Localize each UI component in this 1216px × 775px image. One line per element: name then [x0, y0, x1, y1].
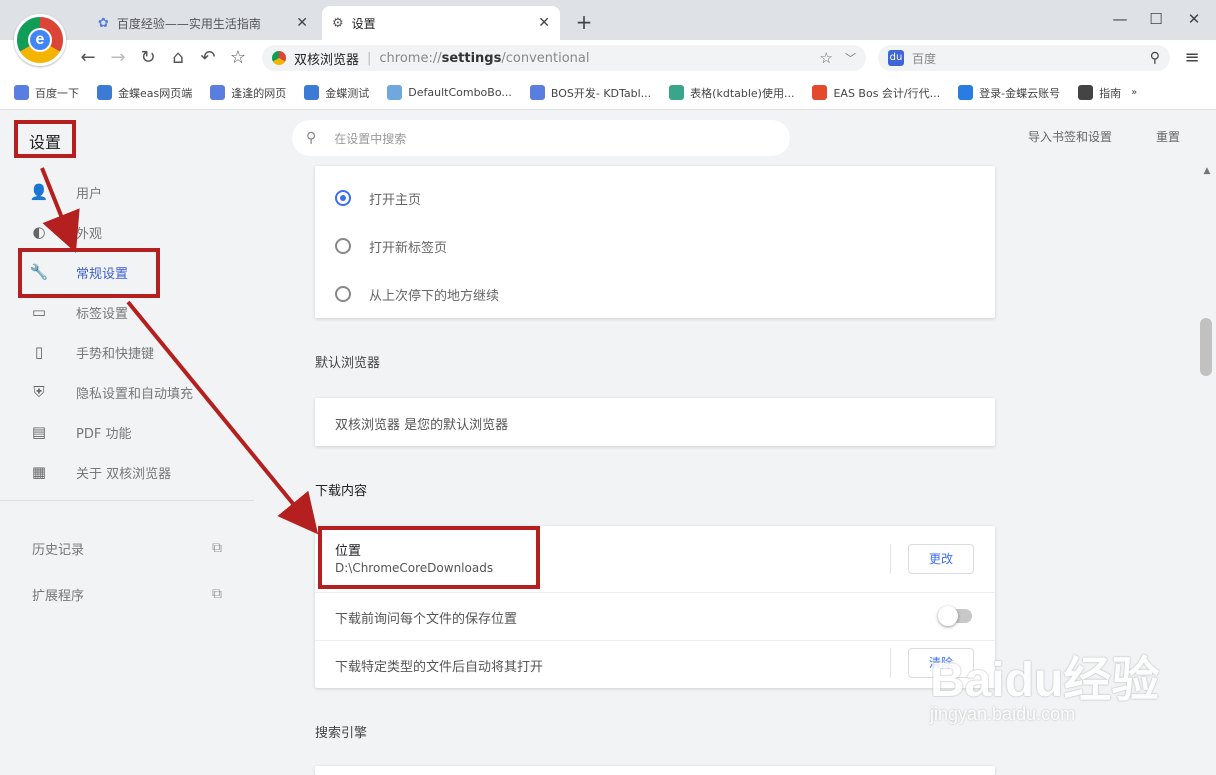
annotation-arrow	[126, 300, 319, 535]
baidu-watermark: Baidu经验 jingyan.baidu.com	[930, 640, 1170, 750]
annotation-arrow	[40, 167, 80, 253]
watermark-brand: Baidu经验	[930, 654, 1160, 707]
browser-logo-icon: e	[14, 14, 66, 66]
annotation-box-general	[18, 248, 160, 298]
